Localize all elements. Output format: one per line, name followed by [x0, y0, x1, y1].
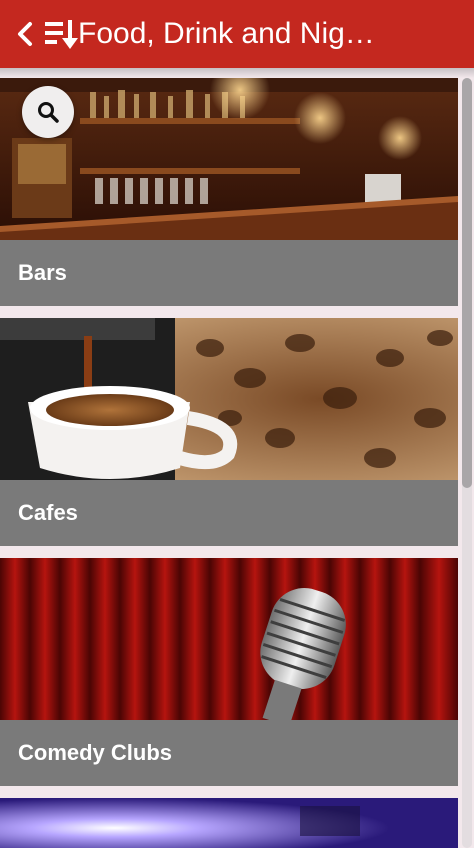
sort-button[interactable] [42, 14, 82, 54]
page-title: Food, Drink and Nig… [78, 19, 375, 49]
category-list: Bars Cafes Comedy Clubs [0, 78, 458, 798]
header-shadow [0, 68, 474, 78]
category-label: Bars [0, 240, 458, 306]
sort-list-icon [45, 20, 78, 49]
bars-image [0, 78, 458, 240]
category-label: Cafes [0, 480, 458, 546]
category-card-next[interactable] [0, 798, 458, 848]
category-card-cafes[interactable]: Cafes [0, 318, 458, 546]
scrollbar-thumb[interactable] [462, 78, 472, 488]
category-card-comedy-clubs[interactable]: Comedy Clubs [0, 558, 458, 786]
category-label: Comedy Clubs [0, 720, 458, 786]
scrollbar[interactable] [462, 78, 472, 848]
chevron-left-icon [18, 22, 32, 46]
back-button[interactable] [12, 14, 38, 54]
app-header: Food, Drink and Nig… [0, 0, 474, 68]
cafes-image [0, 318, 458, 480]
category-card-bars[interactable]: Bars [0, 78, 458, 306]
search-button[interactable] [22, 86, 74, 138]
search-icon [38, 102, 59, 123]
comedy-clubs-image [0, 558, 458, 720]
